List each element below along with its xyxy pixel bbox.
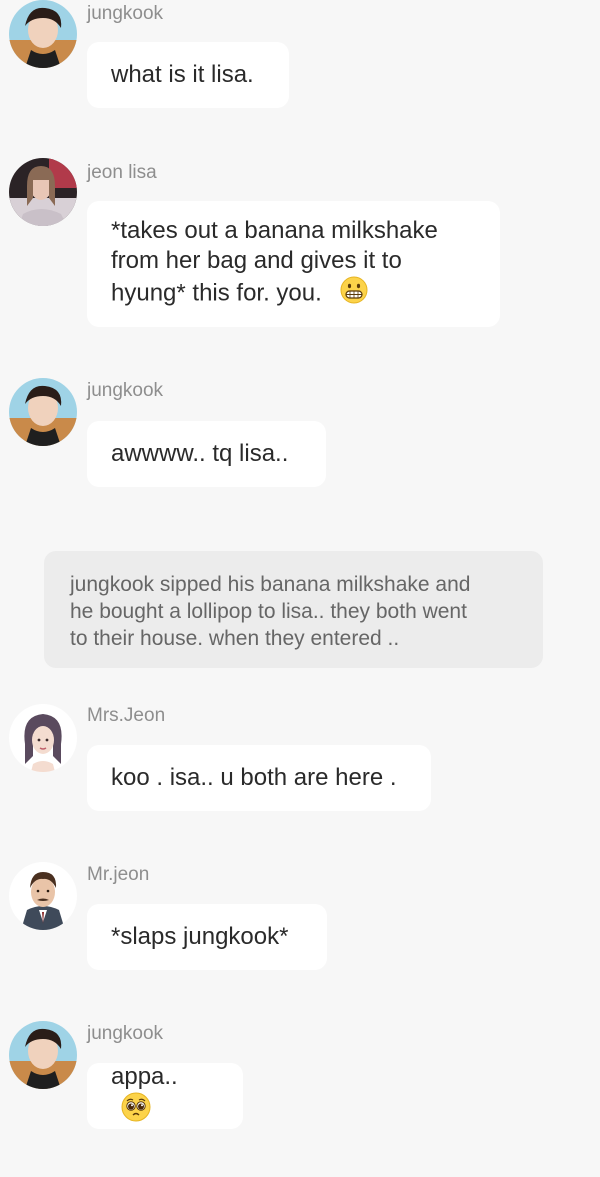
sender-name: jungkook bbox=[87, 3, 164, 24]
message-text: *slaps jungkook* bbox=[111, 923, 289, 950]
message-text: koo . isa.. u both are here . bbox=[111, 764, 397, 791]
grinning-face-emoji bbox=[334, 276, 368, 312]
message-bubble: appa.. bbox=[87, 1063, 243, 1129]
message-line: from her bag and gives it to bbox=[111, 247, 402, 274]
message-bubble: *takes out a banana milkshake from her b… bbox=[87, 201, 500, 327]
message-line: *takes out a banana milkshake bbox=[111, 217, 438, 244]
sender-name: jeon lisa bbox=[87, 162, 157, 183]
avatar-mrs-jeon-icon[interactable] bbox=[9, 704, 77, 772]
narration-line: to their house. when they entered .. bbox=[70, 627, 400, 650]
avatar-jungkook-icon[interactable] bbox=[9, 378, 77, 446]
message-bubble: *slaps jungkook* bbox=[87, 904, 327, 970]
avatar-jungkook-icon[interactable] bbox=[9, 1021, 77, 1089]
message-bubble: koo . isa.. u both are here . bbox=[87, 745, 431, 811]
message-text: *takes out a banana milkshake from her b… bbox=[111, 216, 438, 312]
message-text: what is it lisa. bbox=[111, 61, 254, 88]
avatar-jungkook-icon[interactable] bbox=[9, 0, 77, 68]
message-bubble: awwww.. tq lisa.. bbox=[87, 421, 326, 487]
message-line: hyung* this for. you. bbox=[111, 279, 322, 307]
avatar-mr-jeon-icon[interactable] bbox=[9, 862, 77, 930]
narration-line: he bought a lollipop to lisa.. they both… bbox=[70, 600, 467, 623]
message-text: awwww.. tq lisa.. bbox=[111, 440, 289, 467]
message-line: appa.. bbox=[111, 1063, 178, 1090]
pleading-face-emoji bbox=[117, 1092, 151, 1130]
message-bubble: what is it lisa. bbox=[87, 42, 289, 108]
sender-name: jungkook bbox=[87, 1023, 164, 1044]
narration-line: jungkook sipped his banana milkshake and bbox=[70, 573, 471, 596]
message-text: appa.. bbox=[111, 1062, 219, 1130]
avatar-lisa-icon[interactable] bbox=[9, 158, 77, 226]
sender-name: Mr.jeon bbox=[87, 864, 150, 885]
narration-box: jungkook sipped his banana milkshake and… bbox=[44, 551, 543, 668]
sender-name: Mrs.Jeon bbox=[87, 705, 166, 726]
sender-name: jungkook bbox=[87, 380, 164, 401]
